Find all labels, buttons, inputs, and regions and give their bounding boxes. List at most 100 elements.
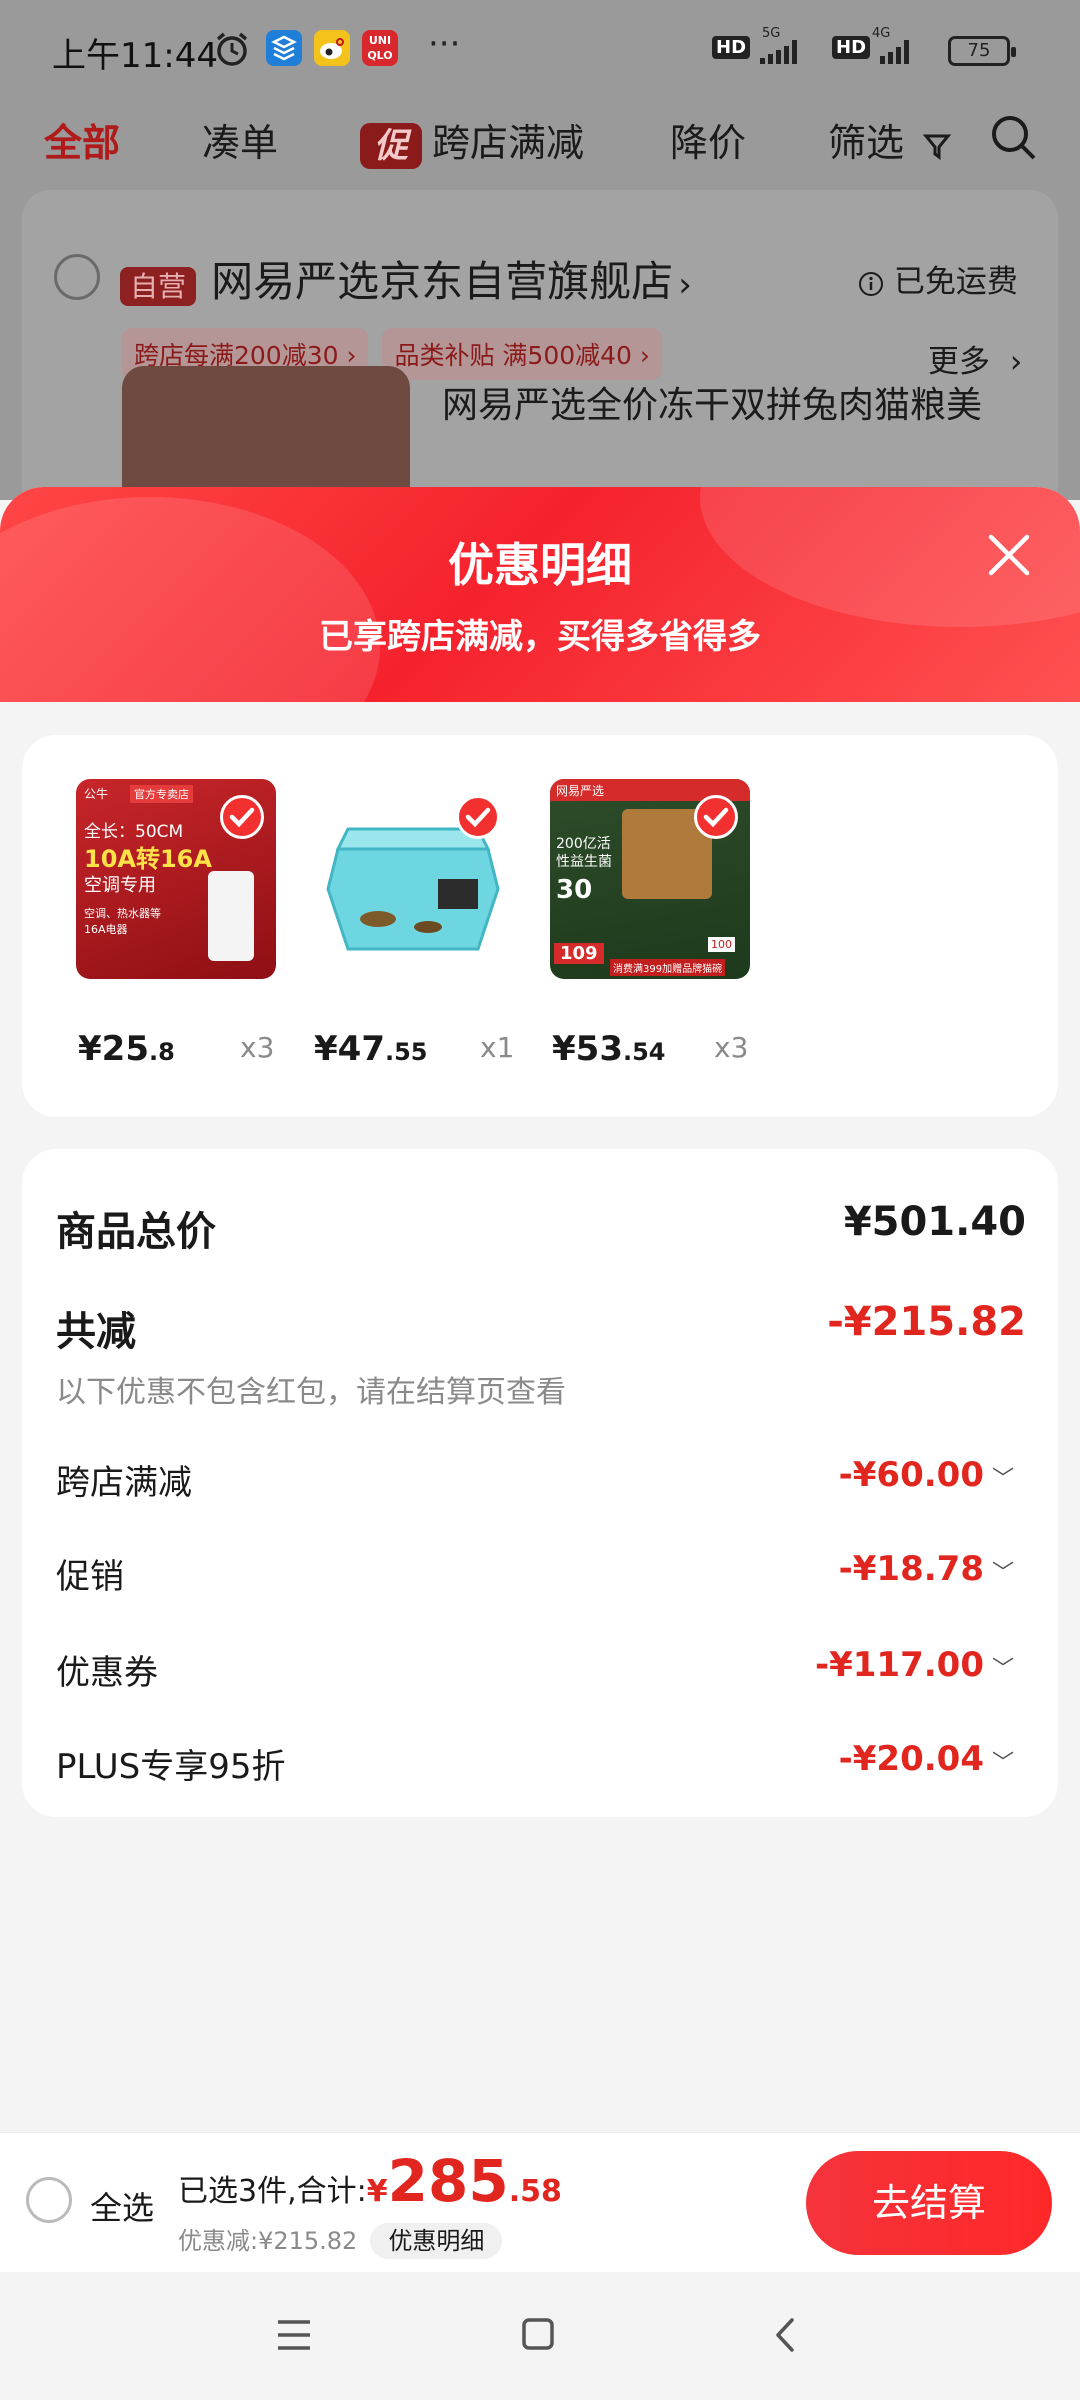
product-title[interactable]: 网易严选全价冻干双拼兔肉猫粮美 — [442, 376, 982, 428]
discount-row-value[interactable]: -¥18.78 ﹀ — [839, 1549, 1014, 1589]
product-note: 16A电器 — [84, 923, 128, 936]
tab-bundle[interactable]: 凑单 — [202, 112, 278, 167]
tab-all[interactable]: 全部 — [44, 112, 120, 167]
check-icon[interactable] — [456, 795, 500, 839]
price-main: ¥53 — [552, 1029, 623, 1069]
chevron-right-icon: › — [1009, 344, 1023, 380]
status-time: 上午11:44 — [52, 36, 218, 76]
product-usage: 空调专用 — [84, 875, 156, 896]
reduce-note: 以下优惠不包含红包，请在结算页查看 — [56, 1375, 566, 1410]
tab-cross-store[interactable]: 促跨店满减 — [360, 112, 584, 169]
total-price-label: 商品总价 — [56, 1209, 216, 1255]
product-claim: 性益生菌 — [556, 854, 612, 870]
discount-amount: -¥20.04 — [838, 1739, 984, 1779]
product-image-1[interactable]: 公牛 官方专卖店 全长：50CM 10A转16A 空调专用 空调、热水器等 16… — [76, 779, 276, 979]
select-all-checkbox[interactable] — [26, 2177, 72, 2223]
discount-summary: 优惠减:¥215.82 优惠明细 — [178, 2221, 503, 2259]
discount-detail-button[interactable]: 优惠明细 — [370, 2223, 503, 2259]
discount-row-label[interactable]: PLUS专享95折 — [56, 1739, 285, 1788]
product-price-tag: 109 — [554, 943, 604, 964]
total-price-value: ¥501.40 — [843, 1199, 1026, 1245]
info-icon — [859, 271, 883, 296]
more-label: 更多 — [928, 344, 990, 380]
product-price: ¥53.54 — [552, 1029, 666, 1069]
product-claim: 200亿活 — [556, 836, 611, 852]
promo-badge: 促 — [360, 122, 422, 169]
product-badge: 100 — [708, 937, 735, 952]
price-main: ¥47 — [314, 1029, 385, 1069]
sheet-title: 优惠明细 — [448, 538, 632, 592]
chevron-down-icon: ﹀ — [991, 1657, 1014, 1682]
discount-row-label[interactable]: 优惠券 — [56, 1645, 158, 1694]
discount-amount: -¥117.00 — [815, 1645, 984, 1685]
sheet-header: 优惠明细 已享跨店满减，买得多省得多 — [0, 487, 1080, 702]
discount-row-label[interactable]: 促销 — [56, 1549, 124, 1598]
menu-icon[interactable] — [276, 2318, 312, 2352]
store-select-checkbox[interactable] — [54, 254, 100, 300]
discount-row-value[interactable]: -¥117.00 ﹀ — [815, 1645, 1014, 1685]
tab-filter-label: 筛选 — [828, 121, 905, 165]
chevron-right-icon: › — [678, 265, 692, 305]
net-type-4g: 4G — [872, 26, 891, 41]
price-decimal: .8 — [148, 1038, 175, 1066]
header-decoration — [0, 497, 380, 702]
shipping-text: 已免运费 — [893, 264, 1018, 300]
tab-filter[interactable]: 筛选 — [828, 112, 952, 167]
product-gift-note: 消费满399加赠品牌猫碗 — [610, 959, 726, 976]
promo-chip[interactable]: 品类补贴 满500减40 › — [382, 328, 662, 380]
product-number: 30 — [556, 875, 593, 905]
filter-funnel-icon — [922, 134, 952, 160]
select-all-label[interactable]: 全选 — [90, 2183, 154, 2229]
discount-row-value[interactable]: -¥60.00 ﹀ — [839, 1455, 1014, 1495]
price-main: ¥25 — [78, 1029, 149, 1069]
store-name: 网易严选京东自营旗舰店 — [211, 257, 674, 306]
tab-cross-store-label: 跨店满减 — [432, 121, 585, 165]
product-image-3[interactable]: 网易严选 200亿活 性益生菌 30 109 消费满399加赠品牌猫碗 100 — [550, 779, 750, 979]
hd-indicator-2: HD — [832, 36, 871, 59]
check-icon[interactable] — [694, 795, 738, 839]
uniqlo-icon: UNI QLO — [362, 30, 398, 66]
total-reduce-value: -¥215.82 — [827, 1299, 1026, 1345]
price-summary-card: 商品总价 ¥501.40 共减 -¥215.82 以下优惠不包含红包，请在结算页… — [22, 1149, 1058, 1817]
battery-indicator: 75 — [948, 36, 1016, 66]
alarm-icon — [216, 32, 248, 66]
product-quantity: x3 — [714, 1031, 749, 1064]
product-image-2[interactable] — [312, 779, 512, 979]
discount-detail-sheet: 优惠明细 已享跨店满减，买得多省得多 公牛 官方专卖店 全长：50CM 10A转… — [0, 487, 1080, 2400]
home-square-icon[interactable] — [520, 2316, 556, 2352]
signal-icon-2 — [880, 40, 909, 64]
more-promos-link[interactable]: 更多 › — [928, 336, 1022, 381]
cart-page-background: 全部 凑单 促跨店满减 降价 筛选 自营 网易严选京东自营旗舰店 › 已免运费 … — [0, 100, 1080, 610]
check-icon[interactable] — [220, 795, 264, 839]
discount-row-value[interactable]: -¥20.04 ﹀ — [839, 1739, 1014, 1779]
total-amount-dec: .58 — [508, 2174, 562, 2209]
self-operated-tag: 自营 — [120, 267, 197, 306]
discount-row-label[interactable]: 跨店满减 — [56, 1455, 192, 1504]
checkout-bar: 全选 已选3件,合计:¥285.58 优惠减:¥215.82 优惠明细 去结算 — [0, 2132, 1080, 2272]
status-bar: 上午11:44 UNI QLO ··· HD 5G HD 4G 75 — [0, 0, 1080, 100]
tab-price-drop[interactable]: 降价 — [670, 112, 746, 167]
close-icon[interactable] — [985, 531, 1033, 579]
selected-products-card: 公牛 官方专卖店 全长：50CM 10A转16A 空调专用 空调、热水器等 16… — [22, 735, 1058, 1117]
discount-amount: -¥18.78 — [838, 1549, 984, 1589]
signal-icon-1 — [760, 40, 797, 64]
more-dots-icon: ··· — [428, 24, 461, 64]
product-quantity: x1 — [480, 1031, 515, 1064]
store-header[interactable]: 自营 网易严选京东自营旗舰店 › — [120, 248, 692, 309]
discount-amount-text: 优惠减:¥215.82 — [178, 2227, 358, 2255]
hd-indicator-1: HD — [712, 36, 751, 59]
product-note: 空调、热水器等 — [84, 907, 161, 920]
socket-graphic — [208, 871, 254, 961]
search-icon[interactable] — [988, 112, 1040, 164]
price-decimal: .54 — [622, 1038, 666, 1066]
product-quantity: x3 — [240, 1031, 275, 1064]
checkout-button[interactable]: 去结算 — [806, 2151, 1052, 2255]
product-price: ¥47.55 — [314, 1029, 428, 1069]
shop-label: 官方专卖店 — [130, 785, 193, 803]
product-price: ¥25.8 — [78, 1029, 175, 1069]
total-amount-int: 285 — [387, 2147, 509, 2215]
sheet-subtitle: 已享跨店满减，买得多省得多 — [319, 617, 761, 657]
total-summary: 已选3件,合计:¥285.58 — [178, 2147, 562, 2215]
back-icon[interactable] — [770, 2316, 800, 2354]
net-type-5g: 5G — [762, 26, 781, 41]
